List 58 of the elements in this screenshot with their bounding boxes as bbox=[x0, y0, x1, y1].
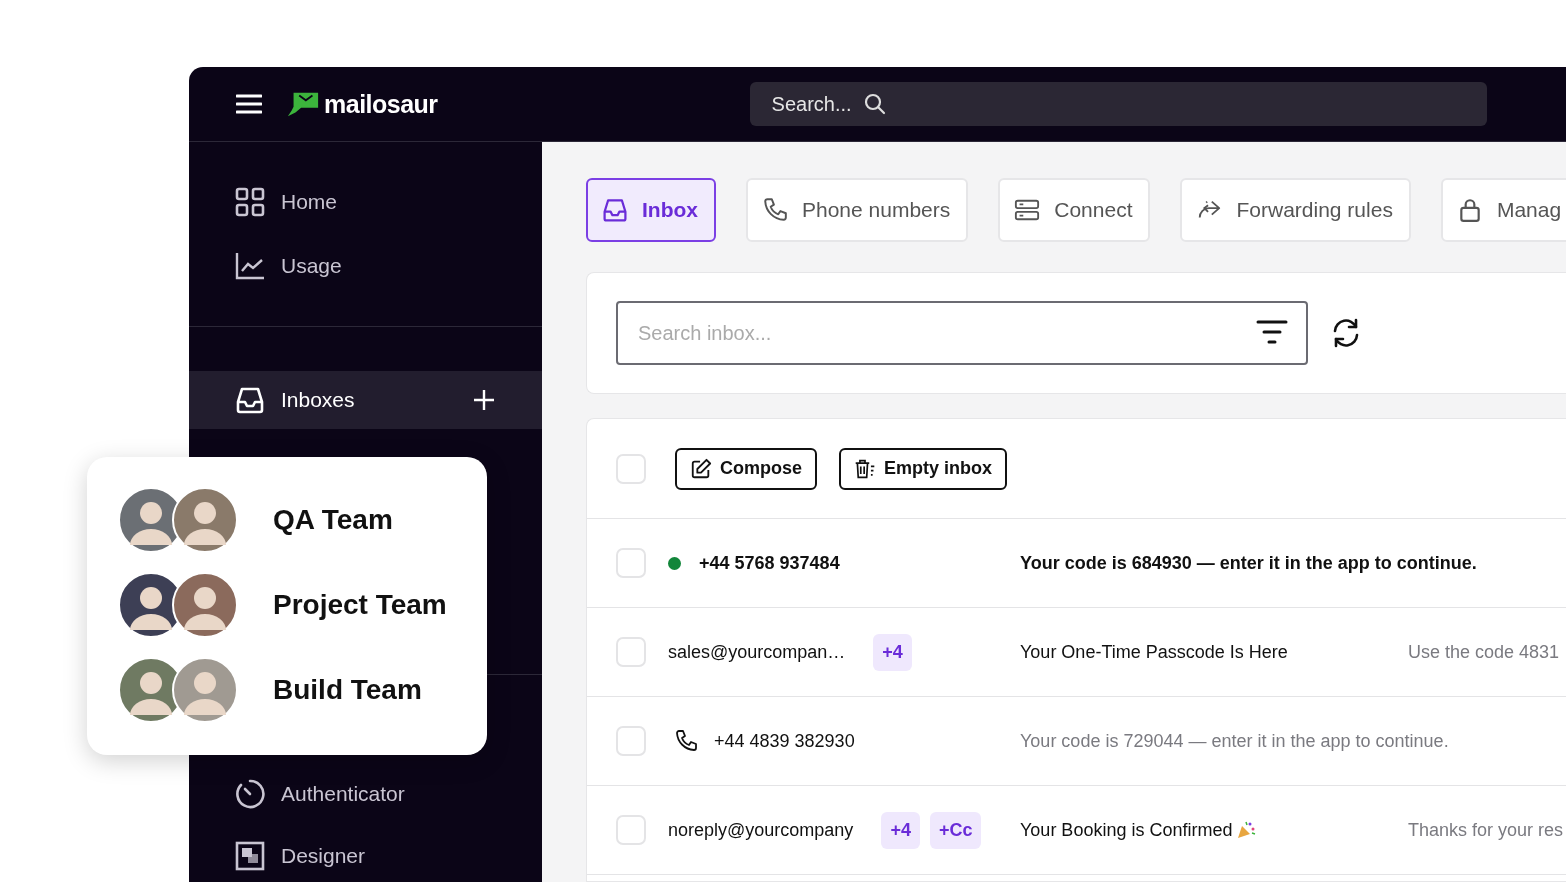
grid-icon bbox=[235, 187, 265, 217]
row-checkbox[interactable] bbox=[616, 815, 646, 845]
row-checkbox[interactable] bbox=[616, 548, 646, 578]
team-name[interactable]: Project Team bbox=[273, 589, 447, 621]
subject: Your One-Time Passcode Is Here bbox=[1020, 641, 1288, 663]
sender: +44 5768 937484 bbox=[699, 552, 840, 574]
inbox-search-field[interactable]: Search inbox... bbox=[616, 301, 1308, 365]
avatar bbox=[172, 487, 238, 553]
tab[interactable]: Forwarding rules bbox=[1180, 178, 1411, 242]
sidebar-item[interactable]: Home bbox=[189, 170, 542, 234]
timer-icon bbox=[235, 779, 265, 809]
team-name[interactable]: QA Team bbox=[273, 504, 393, 536]
message-text: Your code is 684930 — enter it in the app to continue. bbox=[1020, 552, 1477, 574]
edit-icon bbox=[690, 457, 712, 480]
toolbar-button[interactable]: Empty inbox bbox=[839, 447, 1008, 490]
message-preview: Thanks for your res bbox=[1408, 819, 1564, 841]
tab[interactable]: Phone numbers bbox=[746, 178, 969, 242]
menu-icon[interactable] bbox=[236, 93, 262, 115]
sender: sales@yourcompan… bbox=[668, 641, 846, 663]
message-row[interactable]: sales@yourcompan… +4 Your One-Time Passcode Is Here Use the code 4831 bbox=[587, 608, 1566, 697]
sidebar-item[interactable]: Designer bbox=[189, 825, 542, 882]
search-field[interactable]: Search... bbox=[749, 82, 1487, 126]
chart-icon bbox=[235, 251, 265, 281]
sender: noreply@yourcompany bbox=[668, 819, 854, 841]
message-preview: Use the code 4831 bbox=[1408, 641, 1560, 663]
message-row[interactable]: +44 5768 937484 Your code is 684930 — enter it in the app to continue. bbox=[587, 519, 1566, 608]
phone-icon bbox=[674, 729, 698, 753]
server-icon bbox=[1014, 197, 1041, 223]
inbox-tray-icon bbox=[235, 385, 265, 415]
recipient-count: +4 bbox=[873, 633, 912, 671]
inbox-tray-icon bbox=[602, 197, 628, 223]
select-all-checkbox[interactable] bbox=[616, 453, 646, 484]
toolbar-button[interactable]: Compose bbox=[675, 447, 817, 490]
search-icon bbox=[862, 92, 887, 116]
recipient-count: +Cc bbox=[929, 811, 982, 849]
message-row[interactable]: noreply@yourcompany +4 +Cc Your Booking is Confirmed Thanks for your res bbox=[587, 786, 1566, 875]
phone-icon bbox=[762, 197, 788, 223]
avatar bbox=[172, 572, 238, 638]
sidebar-item[interactable]: Authenticator bbox=[189, 763, 542, 825]
sidebar-item[interactable]: Inboxes bbox=[189, 371, 542, 429]
avatar bbox=[172, 657, 238, 723]
filter-icon[interactable] bbox=[1256, 319, 1288, 347]
subject: Your Booking is Confirmed bbox=[1020, 819, 1233, 841]
sidebar-item[interactable]: Usage bbox=[189, 234, 542, 298]
trash-icon bbox=[854, 457, 876, 480]
add-icon[interactable] bbox=[472, 388, 496, 412]
recipient-count: +4 bbox=[881, 811, 920, 849]
team-name[interactable]: Build Team bbox=[273, 674, 422, 706]
frame-icon bbox=[235, 841, 265, 871]
tab[interactable]: Inbox bbox=[586, 178, 716, 242]
sender: +44 4839 382930 bbox=[714, 730, 855, 752]
message-text: Your code is 729044 — enter it in the app to continue. bbox=[1020, 730, 1449, 752]
row-checkbox[interactable] bbox=[616, 637, 646, 667]
logo-text: mailosaur bbox=[324, 89, 438, 119]
row-checkbox[interactable] bbox=[616, 726, 646, 756]
tab[interactable]: Connect bbox=[998, 178, 1151, 242]
message-row[interactable]: +44 4839 382930 Your code is 729044 — enter it in the app to continue. bbox=[587, 697, 1566, 786]
tab[interactable]: Manag bbox=[1440, 178, 1566, 242]
